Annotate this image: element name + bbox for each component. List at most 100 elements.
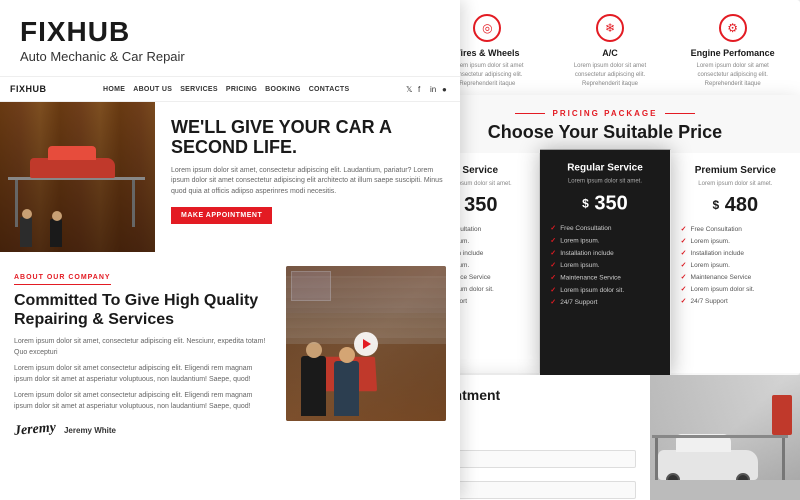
check-icon: ✓ [550, 224, 556, 232]
nav-about[interactable]: ABOUT US [133, 86, 172, 93]
social-icon-2[interactable]: f [418, 85, 426, 93]
pricing-card-premium: Premium Service Lorem ipsum dolor sit am… [671, 153, 800, 373]
pricing-label: PRICING PACKAGE [426, 109, 784, 118]
regular-card-price: $ 350 [550, 192, 659, 216]
left-panel: FIXHUB Auto Mechanic & Car Repair FIXHUB… [0, 0, 460, 500]
social-icon-3[interactable]: in [430, 85, 438, 93]
hero-section: WE'LL GIVE YOUR CAR A SECOND LIFE. Lorem… [0, 102, 460, 252]
pricing-title: Choose Your Suitable Price [426, 122, 784, 143]
hero-content: WE'LL GIVE YOUR CAR A SECOND LIFE. Lorem… [155, 102, 460, 252]
about-title: Committed To Give High Quality Repairing… [14, 291, 272, 329]
premium-feat-5: ✓ Maintenance Service [681, 273, 790, 281]
premium-card-title: Premium Service [681, 165, 790, 176]
regular-feat-2: ✓ Lorem ipsum. [550, 237, 659, 245]
check-icon: ✓ [681, 237, 687, 245]
about-image [286, 266, 446, 421]
check-icon: ✓ [681, 297, 687, 305]
hero-text: Lorem ipsum dolor sit amet, consectetur … [171, 166, 444, 198]
nav-bar: FIXHUB HOME ABOUT US SERVICES PRICING BO… [0, 76, 460, 102]
nav-services[interactable]: SERVICES [180, 86, 218, 93]
regular-feat-7: ✓ 24/7 Support [550, 298, 659, 306]
premium-feature-list: ✓ Free Consultation ✓ Lorem ipsum. ✓ Ins… [681, 225, 790, 305]
check-icon: ✓ [681, 285, 687, 293]
ac-desc: Lorem ipsum dolor sit amet consectetur a… [559, 62, 662, 89]
regular-card-desc: Lorem ipsum dolor sit amet. [550, 178, 659, 187]
engine-icon: ⚙ [727, 21, 738, 35]
premium-card-desc: Lorem ipsum dolor sit amet. [681, 180, 790, 188]
regular-feat-1: ✓ Free Consultation [550, 224, 659, 232]
nav-pricing[interactable]: PRICING [226, 86, 257, 93]
about-text-3: Lorem ipsum dolor sit amet consectetur a… [14, 391, 272, 412]
make-appointment-button[interactable]: MAKE APPOINTMENT [171, 207, 272, 224]
about-text-2: Lorem ipsum dolor sit amet consectetur a… [14, 364, 272, 385]
lift-left-col [655, 435, 658, 480]
regular-feat-3: ✓ Installation include [550, 249, 659, 257]
signature-area: Jeremy Jeremy White [14, 422, 272, 438]
check-icon: ✓ [681, 249, 687, 257]
services-panel: ◎ Tires & Wheels Lorem ipsum dolor sit a… [420, 0, 800, 110]
equipment-red [772, 395, 792, 435]
brand-name: FIXHUB [20, 18, 440, 46]
brand-tagline: Auto Mechanic & Car Repair [20, 49, 440, 64]
signature-name: Jeremy White [64, 426, 116, 435]
premium-dollar-sign: $ [713, 198, 720, 212]
hero-headline: WE'LL GIVE YOUR CAR A SECOND LIFE. [171, 118, 444, 158]
check-icon: ✓ [550, 249, 556, 257]
car-image-panel [650, 375, 800, 500]
engine-icon-circle: ⚙ [719, 14, 747, 42]
signature-script: Jeremy [13, 421, 56, 441]
regular-feat-5: ✓ Maintenance Service [550, 274, 659, 282]
engine-desc: Lorem ipsum dolor sit amet consectetur a… [681, 62, 784, 89]
check-icon: ✓ [550, 237, 556, 245]
check-icon: ✓ [550, 261, 556, 269]
premium-feat-1: ✓ Free Consultation [681, 225, 790, 233]
check-icon: ✓ [550, 298, 556, 306]
white-car-illustration [658, 450, 758, 480]
social-icon-1[interactable]: 𝕏 [406, 85, 414, 93]
pricing-header: PRICING PACKAGE Choose Your Suitable Pri… [410, 95, 800, 153]
lift-arm [652, 435, 788, 438]
engine-title: Engine Perfomance [681, 48, 784, 58]
hero-image [0, 102, 155, 252]
premium-feat-6: ✓ Lorem ipsum dolor sit. [681, 285, 790, 293]
premium-card-price: $ 480 [681, 194, 790, 217]
pricing-cards: ic Service Lorem ipsum dolor sit amet. $… [410, 153, 800, 373]
about-section: ABOUT OUR COMPANY Committed To Give High… [0, 252, 460, 438]
regular-feat-4: ✓ Lorem ipsum. [550, 261, 659, 269]
ac-icon: ❄ [605, 21, 615, 35]
regular-feature-list: ✓ Free Consultation ✓ Lorem ipsum. ✓ Ins… [550, 224, 659, 306]
tires-icon-circle: ◎ [473, 14, 501, 42]
pricing-card-regular: Regular Service Lorem ipsum dolor sit am… [540, 150, 670, 375]
premium-feat-3: ✓ Installation include [681, 249, 790, 257]
social-icon-4[interactable]: ● [442, 85, 450, 93]
brand-header: FIXHUB Auto Mechanic & Car Repair [0, 0, 460, 76]
about-content: ABOUT OUR COMPANY Committed To Give High… [14, 266, 272, 438]
check-icon: ✓ [550, 286, 556, 294]
about-label: ABOUT OUR COMPANY [14, 274, 111, 285]
nav-icons: 𝕏 f in ● [406, 85, 450, 93]
floor [650, 480, 800, 500]
ac-title: A/C [559, 48, 662, 58]
nav-logo: FIXHUB [10, 84, 47, 94]
about-text-1: Lorem ipsum dolor sit amet, consectetur … [14, 337, 272, 358]
regular-card-title: Regular Service [550, 162, 659, 173]
nav-contacts[interactable]: CONTACTS [309, 86, 350, 93]
service-ac: ❄ A/C Lorem ipsum dolor sit amet consect… [559, 14, 662, 96]
nav-links: HOME ABOUT US SERVICES PRICING BOOKING C… [103, 86, 349, 93]
regular-dollar-sign: $ [582, 196, 589, 210]
bottom-panels: ppointment Last Name Email 12:00 [410, 375, 800, 500]
nav-booking[interactable]: BOOKING [265, 86, 301, 93]
nav-home[interactable]: HOME [103, 86, 125, 93]
ac-icon-circle: ❄ [596, 14, 624, 42]
check-icon: ✓ [681, 225, 687, 233]
regular-feat-6: ✓ Lorem ipsum dolor sit. [550, 286, 659, 294]
play-icon [363, 339, 371, 349]
play-button[interactable] [354, 332, 378, 356]
service-engine: ⚙ Engine Perfomance Lorem ipsum dolor si… [681, 14, 784, 96]
check-icon: ✓ [681, 273, 687, 281]
premium-feat-4: ✓ Lorem ipsum. [681, 261, 790, 269]
lift-right-col [782, 435, 785, 480]
tires-icon: ◎ [482, 21, 492, 35]
premium-feat-7: ✓ 24/7 Support [681, 297, 790, 305]
check-icon: ✓ [550, 274, 556, 282]
